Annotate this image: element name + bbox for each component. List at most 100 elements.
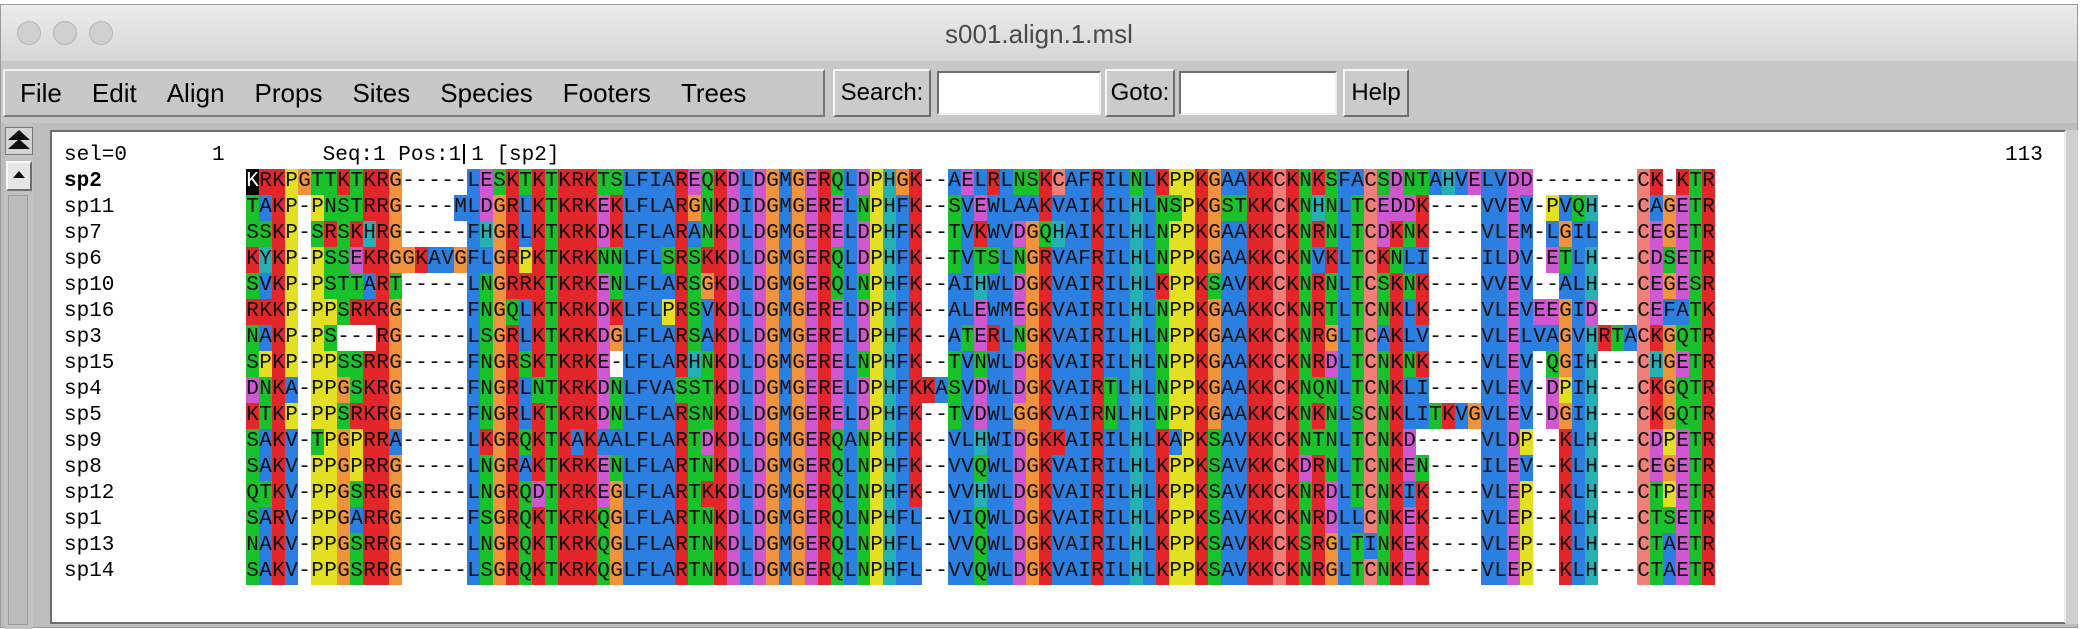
residue[interactable]: M	[779, 325, 792, 351]
residue[interactable]: E	[1650, 221, 1663, 247]
residue[interactable]: L	[1143, 429, 1156, 455]
residue[interactable]: V	[1520, 351, 1533, 377]
residue[interactable]: G	[1208, 351, 1221, 377]
sequence-row[interactable]: SARV-PPGARRG-----FSGRQKTKRKQGLFLARTNKDLD…	[246, 507, 1715, 533]
residue[interactable]: R	[272, 507, 285, 533]
residue[interactable]: N	[1403, 351, 1416, 377]
residue[interactable]: G	[389, 351, 402, 377]
residue[interactable]: H	[883, 429, 896, 455]
residue[interactable]: -	[1533, 429, 1546, 455]
residue[interactable]: K	[558, 403, 571, 429]
residue[interactable]: -	[922, 325, 935, 351]
residue[interactable]: C	[1364, 325, 1377, 351]
residue[interactable]: P	[1182, 455, 1195, 481]
residue[interactable]: N	[1299, 429, 1312, 455]
residue[interactable]: P	[285, 299, 298, 325]
residue[interactable]: P	[1520, 429, 1533, 455]
residue[interactable]: S	[480, 507, 493, 533]
residue[interactable]: -	[298, 351, 311, 377]
residue[interactable]: -	[428, 195, 441, 221]
residue[interactable]: K	[1247, 403, 1260, 429]
residue[interactable]: S	[246, 429, 259, 455]
residue[interactable]: K	[1195, 273, 1208, 299]
residue[interactable]: K	[532, 169, 545, 195]
residue[interactable]: N	[324, 195, 337, 221]
residue[interactable]: A	[1234, 325, 1247, 351]
residue[interactable]: P	[870, 455, 883, 481]
residue[interactable]: -	[454, 455, 467, 481]
residue[interactable]: A	[662, 403, 675, 429]
residue[interactable]: F	[636, 169, 649, 195]
residue[interactable]: T	[545, 247, 558, 273]
residue[interactable]: T	[948, 221, 961, 247]
residue[interactable]: K	[701, 481, 714, 507]
residue[interactable]: -	[402, 299, 415, 325]
residue[interactable]: I	[1000, 429, 1013, 455]
residue[interactable]: K	[1390, 351, 1403, 377]
residue[interactable]: C	[1273, 351, 1286, 377]
residue[interactable]: -	[1611, 533, 1624, 559]
residue[interactable]: R	[675, 429, 688, 455]
residue[interactable]: N	[480, 403, 493, 429]
residue[interactable]: K	[272, 533, 285, 559]
residue[interactable]: -	[441, 351, 454, 377]
residue[interactable]: -	[1598, 507, 1611, 533]
residue[interactable]: G	[389, 507, 402, 533]
residue[interactable]: N	[1377, 481, 1390, 507]
residue[interactable]: G	[389, 403, 402, 429]
residue[interactable]: L	[844, 169, 857, 195]
residue[interactable]: R	[506, 377, 519, 403]
residue[interactable]: V	[1234, 481, 1247, 507]
residue[interactable]: D	[753, 273, 766, 299]
residue[interactable]: D	[753, 247, 766, 273]
residue[interactable]: D	[727, 247, 740, 273]
residue[interactable]: K	[1390, 325, 1403, 351]
residue[interactable]: L	[740, 429, 753, 455]
residue[interactable]: D	[1325, 351, 1338, 377]
residue[interactable]: F	[896, 195, 909, 221]
residue[interactable]: -	[415, 169, 428, 195]
residue[interactable]: L	[844, 377, 857, 403]
residue[interactable]: R	[1091, 377, 1104, 403]
residue[interactable]: R	[1702, 273, 1715, 299]
residue[interactable]: C	[1364, 481, 1377, 507]
residue[interactable]: G	[1559, 221, 1572, 247]
residue[interactable]: T	[1689, 507, 1702, 533]
residue[interactable]: T	[1689, 559, 1702, 585]
residue[interactable]: K	[1325, 247, 1338, 273]
residue[interactable]: V	[1559, 195, 1572, 221]
residue[interactable]: -	[428, 559, 441, 585]
residue[interactable]: A	[1065, 247, 1078, 273]
residue[interactable]: N	[246, 325, 259, 351]
residue[interactable]: M	[779, 247, 792, 273]
residue[interactable]: D	[727, 481, 740, 507]
residue[interactable]: K	[584, 351, 597, 377]
residue[interactable]: F	[636, 455, 649, 481]
residue[interactable]: G	[766, 507, 779, 533]
residue[interactable]: L	[623, 299, 636, 325]
residue[interactable]: C	[1273, 559, 1286, 585]
residue[interactable]: K	[584, 299, 597, 325]
residue[interactable]: Q	[1039, 221, 1052, 247]
residue[interactable]: Q	[597, 533, 610, 559]
residue[interactable]: L	[1494, 403, 1507, 429]
residue[interactable]: K	[558, 221, 571, 247]
residue[interactable]: P	[870, 429, 883, 455]
residue[interactable]: T	[545, 559, 558, 585]
residue[interactable]: R	[506, 559, 519, 585]
residue[interactable]: D	[753, 351, 766, 377]
residue[interactable]: N	[701, 351, 714, 377]
residue[interactable]: R	[506, 351, 519, 377]
residue[interactable]: -	[402, 533, 415, 559]
sequence-row[interactable]: NAKP-PS---RG-----LSGRLKTKRKDGLFLARSAKDLD…	[246, 325, 1715, 351]
residue[interactable]: D	[1013, 221, 1026, 247]
residue[interactable]: D	[753, 169, 766, 195]
residue[interactable]: G	[1663, 325, 1676, 351]
residue[interactable]: N	[857, 507, 870, 533]
residue[interactable]: K	[272, 299, 285, 325]
residue[interactable]: -	[441, 169, 454, 195]
residue[interactable]: N	[857, 455, 870, 481]
residue[interactable]: W	[987, 377, 1000, 403]
residue[interactable]: -	[415, 299, 428, 325]
residue[interactable]: L	[974, 169, 987, 195]
